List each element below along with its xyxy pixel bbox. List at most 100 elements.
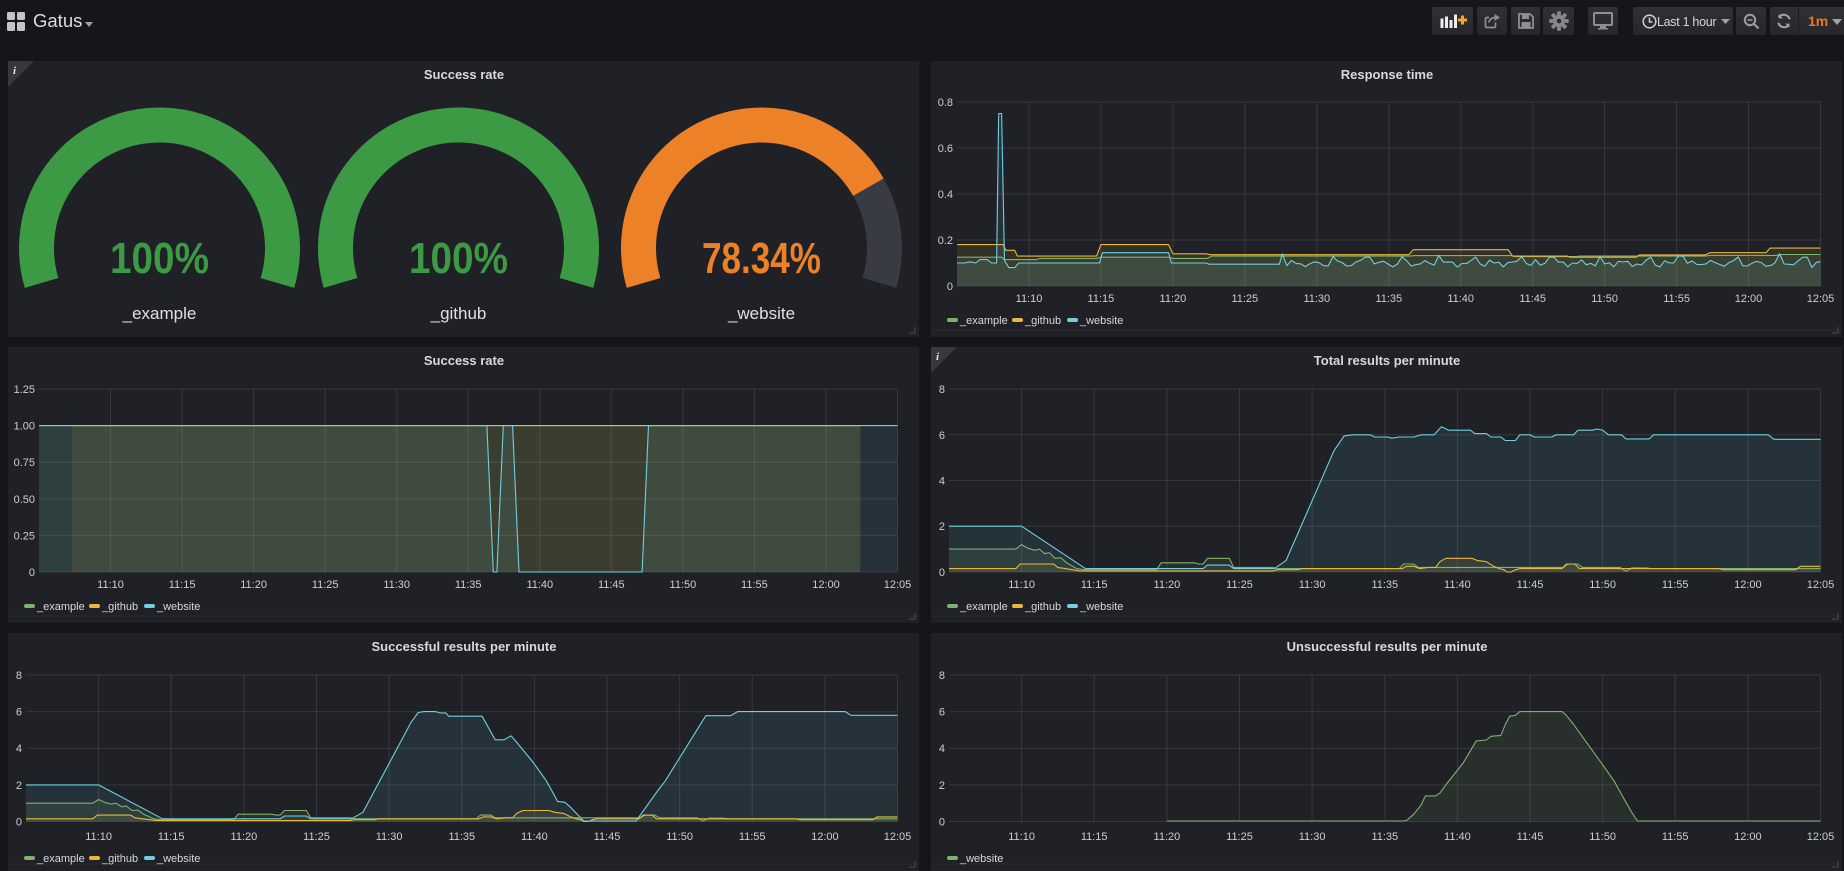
svg-text:6: 6 (939, 430, 945, 442)
svg-text:11:25: 11:25 (1231, 293, 1258, 305)
svg-text:4: 4 (939, 476, 945, 488)
svg-text:11:30: 11:30 (1299, 579, 1326, 591)
svg-text:_website: _website (156, 853, 200, 865)
svg-text:11:40: 11:40 (521, 831, 548, 843)
svg-text:11:40: 11:40 (526, 579, 553, 591)
svg-text:_github: _github (1024, 315, 1061, 327)
svg-text:11:10: 11:10 (1008, 579, 1035, 591)
svg-text:12:05: 12:05 (884, 579, 912, 591)
svg-text:11:15: 11:15 (1088, 293, 1115, 305)
svg-text:_website: _website (959, 853, 1003, 865)
svg-text:0: 0 (947, 281, 953, 293)
svg-text:11:20: 11:20 (1154, 579, 1181, 591)
svg-text:2: 2 (16, 780, 22, 792)
svg-text:11:30: 11:30 (383, 579, 410, 591)
svg-text:_github: _github (101, 601, 138, 613)
svg-text:Success rate: Success rate (424, 67, 504, 82)
svg-text:78.34%: 78.34% (702, 234, 821, 283)
svg-text:6: 6 (16, 707, 22, 719)
svg-text:11:35: 11:35 (1371, 831, 1398, 843)
svg-text:11:35: 11:35 (1375, 293, 1402, 305)
svg-text:_website: _website (1079, 601, 1123, 613)
svg-text:2: 2 (939, 780, 945, 792)
svg-text:Successful results per minute: Successful results per minute (372, 639, 557, 654)
svg-text:4: 4 (939, 743, 945, 755)
svg-text:11:20: 11:20 (240, 579, 267, 591)
svg-text:100%: 100% (409, 234, 508, 283)
svg-text:_website: _website (1079, 315, 1123, 327)
svg-text:0.75: 0.75 (14, 457, 35, 469)
svg-text:0: 0 (939, 567, 945, 579)
svg-text:11:25: 11:25 (1226, 579, 1253, 591)
svg-text:11:55: 11:55 (739, 831, 766, 843)
svg-text:11:55: 11:55 (1662, 579, 1689, 591)
svg-text:1.25: 1.25 (14, 384, 35, 396)
svg-text:1.00: 1.00 (14, 421, 35, 433)
svg-text:11:50: 11:50 (1589, 579, 1616, 591)
svg-text:11:30: 11:30 (1299, 831, 1326, 843)
svg-text:_github: _github (1024, 601, 1061, 613)
svg-text:11:50: 11:50 (670, 579, 697, 591)
svg-text:0.6: 0.6 (938, 143, 953, 155)
svg-text:11:10: 11:10 (1016, 293, 1043, 305)
svg-text:11:50: 11:50 (1591, 293, 1618, 305)
svg-text:11:45: 11:45 (1517, 579, 1544, 591)
svg-text:0.4: 0.4 (938, 189, 953, 201)
svg-text:12:00: 12:00 (811, 831, 839, 843)
svg-text:11:40: 11:40 (1444, 579, 1471, 591)
svg-text:11:50: 11:50 (666, 831, 693, 843)
svg-text:11:15: 11:15 (1081, 831, 1108, 843)
svg-text:12:05: 12:05 (884, 831, 912, 843)
svg-text:11:10: 11:10 (1008, 831, 1035, 843)
svg-text:12:00: 12:00 (812, 579, 840, 591)
svg-text:2: 2 (939, 521, 945, 533)
svg-text:Response time: Response time (1341, 67, 1433, 82)
svg-text:11:10: 11:10 (85, 831, 112, 843)
svg-text:11:45: 11:45 (598, 579, 625, 591)
svg-text:_example: _example (36, 853, 85, 865)
svg-text:12:05: 12:05 (1807, 293, 1835, 305)
svg-text:_github: _github (101, 853, 138, 865)
svg-text:_github: _github (430, 304, 487, 323)
svg-text:11:55: 11:55 (741, 579, 768, 591)
svg-text:11:45: 11:45 (1517, 831, 1544, 843)
svg-text:0: 0 (16, 817, 22, 829)
svg-text:8: 8 (939, 384, 945, 396)
svg-text:12:00: 12:00 (1734, 579, 1762, 591)
svg-text:11:10: 11:10 (97, 579, 124, 591)
svg-text:0.50: 0.50 (14, 494, 35, 506)
svg-text:11:25: 11:25 (303, 831, 330, 843)
svg-text:11:25: 11:25 (1226, 831, 1253, 843)
svg-text:12:05: 12:05 (1807, 831, 1835, 843)
svg-text:100%: 100% (110, 234, 209, 283)
svg-text:Success rate: Success rate (424, 353, 504, 368)
svg-text:11:35: 11:35 (448, 831, 475, 843)
svg-text:_example: _example (959, 601, 1008, 613)
svg-text:_website: _website (156, 601, 200, 613)
svg-text:_example: _example (959, 315, 1008, 327)
svg-text:8: 8 (939, 670, 945, 682)
svg-text:11:45: 11:45 (594, 831, 621, 843)
svg-text:_example: _example (36, 601, 85, 613)
svg-text:11:45: 11:45 (1519, 293, 1546, 305)
svg-text:4: 4 (16, 743, 22, 755)
svg-text:12:05: 12:05 (1807, 579, 1835, 591)
svg-text:Total results per minute: Total results per minute (1314, 353, 1460, 368)
svg-text:6: 6 (939, 707, 945, 719)
svg-text:0.8: 0.8 (938, 97, 953, 109)
svg-text:11:40: 11:40 (1447, 293, 1474, 305)
svg-text:_example: _example (122, 304, 197, 323)
svg-text:11:55: 11:55 (1663, 293, 1690, 305)
svg-text:_website: _website (727, 304, 795, 323)
svg-text:11:15: 11:15 (158, 831, 185, 843)
svg-text:11:50: 11:50 (1589, 831, 1616, 843)
svg-text:11:20: 11:20 (1160, 293, 1187, 305)
svg-text:8: 8 (16, 670, 22, 682)
svg-text:0: 0 (939, 817, 945, 829)
svg-text:11:30: 11:30 (376, 831, 403, 843)
svg-text:0.25: 0.25 (14, 530, 35, 542)
svg-text:11:35: 11:35 (1371, 579, 1398, 591)
svg-text:11:20: 11:20 (231, 831, 258, 843)
svg-text:11:15: 11:15 (1081, 579, 1108, 591)
svg-text:0.2: 0.2 (938, 235, 953, 247)
